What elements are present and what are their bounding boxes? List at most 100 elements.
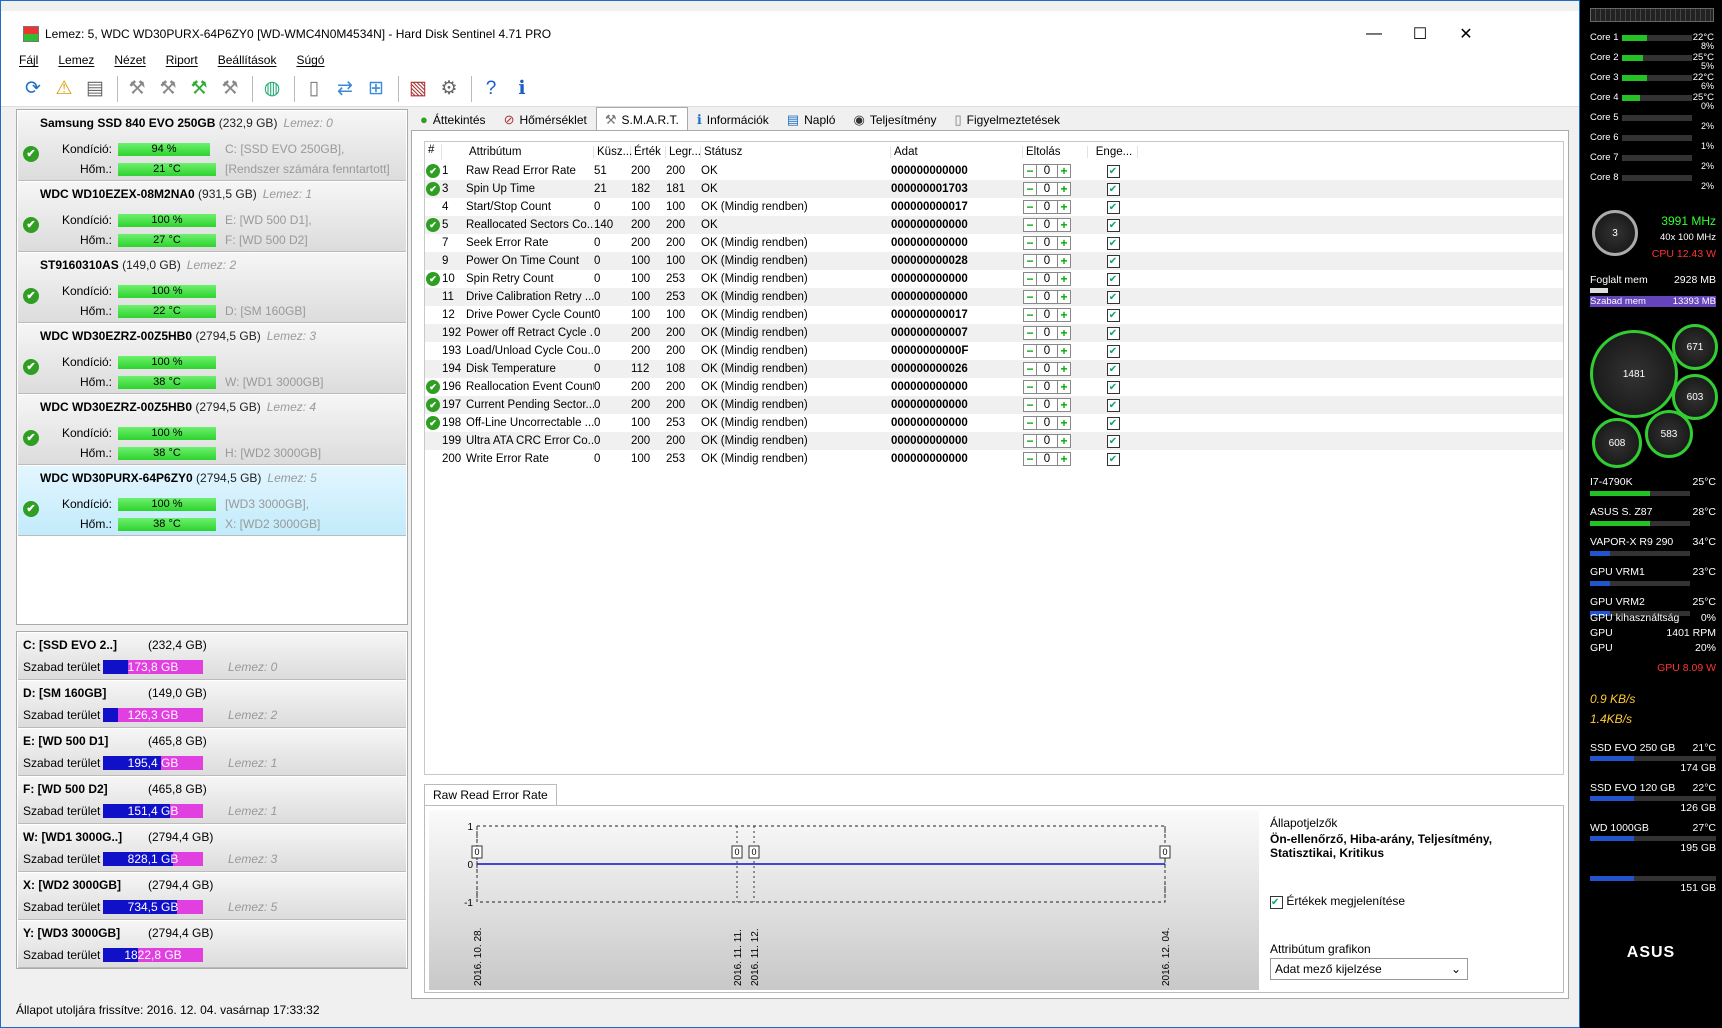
table-row[interactable]: ✔ 198 Off-Line Uncorrectable ... 0 100 253 OK …	[425, 414, 1563, 432]
table-row[interactable]: 194 Disk Temperature 0 112 108 OK (Mindig ren…	[425, 360, 1563, 378]
tab-smart[interactable]: ⚒ S.M.A.R.T.	[595, 107, 688, 131]
show-values-checkbox[interactable]: ✔ Értékek megjelenítése	[1270, 894, 1405, 909]
plus-icon[interactable]: +	[1057, 380, 1071, 394]
offset-value[interactable]: 0	[1037, 362, 1057, 376]
menu-file[interactable]: Fájl	[19, 53, 38, 67]
volume-item[interactable]: E: [WD 500 D1] (465,8 GB) Szabad terület 19…	[18, 729, 406, 776]
plus-icon[interactable]: +	[1057, 416, 1071, 430]
minus-icon[interactable]: −	[1023, 254, 1037, 268]
menu-help[interactable]: Súgó	[296, 53, 324, 67]
enabled-checkbox[interactable]: ✔	[1106, 182, 1120, 196]
table-row[interactable]: 11 Drive Calibration Retry ... 0 100 253 OK (…	[425, 288, 1563, 306]
offset-value[interactable]: 0	[1037, 164, 1057, 178]
disk-info-icon[interactable]: ▤	[81, 75, 109, 103]
plus-icon[interactable]: +	[1057, 308, 1071, 322]
plus-icon[interactable]: +	[1057, 290, 1071, 304]
enabled-checkbox[interactable]: ✔	[1106, 290, 1120, 304]
ext-test-icon[interactable]: ⚒	[185, 75, 213, 103]
enabled-checkbox[interactable]: ✔	[1106, 218, 1120, 232]
table-row[interactable]: 12 Drive Power Cycle Count 0 100 100 OK (Mind…	[425, 306, 1563, 324]
enabled-checkbox[interactable]: ✔	[1106, 164, 1120, 178]
enabled-checkbox[interactable]: ✔	[1106, 416, 1120, 430]
volume-item[interactable]: W: [WD1 3000G..] (2794,4 GB) Szabad terüle…	[18, 825, 406, 872]
col-header-data[interactable]: Adat	[891, 146, 1023, 158]
warning-icon[interactable]: ⚠	[50, 75, 78, 103]
offset-value[interactable]: 0	[1037, 308, 1057, 322]
offset-value[interactable]: 0	[1037, 200, 1057, 214]
plus-icon[interactable]: +	[1057, 362, 1071, 376]
tab-alerts[interactable]: ▯ Figyelmeztetések	[946, 107, 1070, 131]
minus-icon[interactable]: −	[1023, 308, 1037, 322]
test-icon[interactable]: ⚒	[123, 75, 151, 103]
plus-icon[interactable]: +	[1057, 434, 1071, 448]
volume-item[interactable]: D: [SM 160GB] (149,0 GB) Szabad terület 126…	[18, 681, 406, 728]
enabled-checkbox[interactable]: ✔	[1106, 434, 1120, 448]
table-row[interactable]: 192 Power off Retract Cycle ... 0 200 200 OK …	[425, 324, 1563, 342]
col-header-attribute[interactable]: Attribútum	[466, 146, 594, 158]
offset-value[interactable]: 0	[1037, 236, 1057, 250]
plus-icon[interactable]: +	[1057, 344, 1071, 358]
plus-icon[interactable]: +	[1057, 200, 1071, 214]
enabled-checkbox[interactable]: ✔	[1106, 254, 1120, 268]
enabled-checkbox[interactable]: ✔	[1106, 200, 1120, 214]
settings-icon[interactable]: ⚙	[435, 75, 463, 103]
table-row[interactable]: ✔ 3 Spin Up Time 21 182 181 OK 000000001703−0 + ✔	[425, 180, 1563, 198]
offset-value[interactable]: 0	[1037, 290, 1057, 304]
minus-icon[interactable]: −	[1023, 164, 1037, 178]
short-test-icon[interactable]: ⚒	[154, 75, 182, 103]
volume-item[interactable]: Y: [WD3 3000GB] (2794,4 GB) Szabad terület…	[18, 921, 406, 968]
disk-item[interactable]: WDC WD30EZRZ-00Z5HB0 (2794,5 GB) Lemez: 4…	[18, 395, 406, 465]
plus-icon[interactable]: +	[1057, 164, 1071, 178]
col-header-value[interactable]: Érték	[631, 146, 666, 158]
enabled-checkbox[interactable]: ✔	[1106, 380, 1120, 394]
enabled-checkbox[interactable]: ✔	[1106, 308, 1120, 322]
menu-report[interactable]: Riport	[166, 53, 198, 67]
offset-value[interactable]: 0	[1037, 398, 1057, 412]
disk-item[interactable]: WDC WD10EZEX-08M2NA0 (931,5 GB) Lemez: 1 ✔…	[18, 182, 406, 252]
minus-icon[interactable]: −	[1023, 452, 1037, 466]
enabled-checkbox[interactable]: ✔	[1106, 398, 1120, 412]
table-row[interactable]: 199 Ultra ATA CRC Error Co... 0 200 200 OK (M…	[425, 432, 1563, 450]
offset-value[interactable]: 0	[1037, 254, 1057, 268]
offset-value[interactable]: 0	[1037, 452, 1057, 466]
tab-overview[interactable]: ● Áttekintés	[411, 107, 495, 131]
minus-icon[interactable]: −	[1023, 416, 1037, 430]
help-icon[interactable]: ?	[477, 75, 505, 103]
table-row[interactable]: 4 Start/Stop Count 0 100 100 OK (Mindig rendb…	[425, 198, 1563, 216]
table-row[interactable]: ✔ 196 Reallocation Event Count 0 200 200 OK (M…	[425, 378, 1563, 396]
globe-icon[interactable]: ◍	[258, 75, 286, 103]
surface-test-icon[interactable]: ⚒	[216, 75, 244, 103]
offset-value[interactable]: 0	[1037, 272, 1057, 286]
offset-value[interactable]: 0	[1037, 416, 1057, 430]
col-header-num[interactable]: #	[425, 144, 442, 160]
report-icon[interactable]: ▯	[300, 75, 328, 103]
enabled-checkbox[interactable]: ✔	[1106, 326, 1120, 340]
table-row[interactable]: ✔ 197 Current Pending Sector... 0 200 200 OK (…	[425, 396, 1563, 414]
minus-icon[interactable]: −	[1023, 362, 1037, 376]
plus-icon[interactable]: +	[1057, 452, 1071, 466]
menu-view[interactable]: Nézet	[114, 53, 145, 67]
col-header-offset[interactable]: Eltolás	[1023, 146, 1088, 158]
volume-item[interactable]: F: [WD 500 D2] (465,8 GB) Szabad terület 15…	[18, 777, 406, 824]
col-header-threshold[interactable]: Küsz...	[594, 146, 632, 158]
minus-icon[interactable]: −	[1023, 380, 1037, 394]
plus-icon[interactable]: +	[1057, 236, 1071, 250]
volume-item[interactable]: X: [WD2 3000GB] (2794,4 GB) Szabad terület…	[18, 873, 406, 920]
minus-icon[interactable]: −	[1023, 398, 1037, 412]
col-header-worst[interactable]: Legr...	[666, 146, 701, 158]
sync-icon[interactable]: ⇄	[331, 75, 359, 103]
menu-settings[interactable]: Beállítások	[218, 53, 277, 67]
table-row[interactable]: 7 Seek Error Rate 0 200 200 OK (Mindig rendbe…	[425, 234, 1563, 252]
about-icon[interactable]: ℹ	[508, 75, 536, 103]
plus-icon[interactable]: +	[1057, 272, 1071, 286]
plus-icon[interactable]: +	[1057, 182, 1071, 196]
offset-value[interactable]: 0	[1037, 182, 1057, 196]
tab-information[interactable]: ℹ Információk	[688, 107, 778, 131]
table-row[interactable]: 200 Write Error Rate 0 100 253 OK (Mindig ren…	[425, 450, 1563, 468]
refresh-icon[interactable]: ⟳	[19, 75, 47, 103]
col-header-status[interactable]: Státusz	[701, 146, 891, 158]
plus-icon[interactable]: +	[1057, 326, 1071, 340]
minus-icon[interactable]: −	[1023, 272, 1037, 286]
enabled-checkbox[interactable]: ✔	[1106, 236, 1120, 250]
graph-tab[interactable]: Raw Read Error Rate	[424, 784, 557, 806]
